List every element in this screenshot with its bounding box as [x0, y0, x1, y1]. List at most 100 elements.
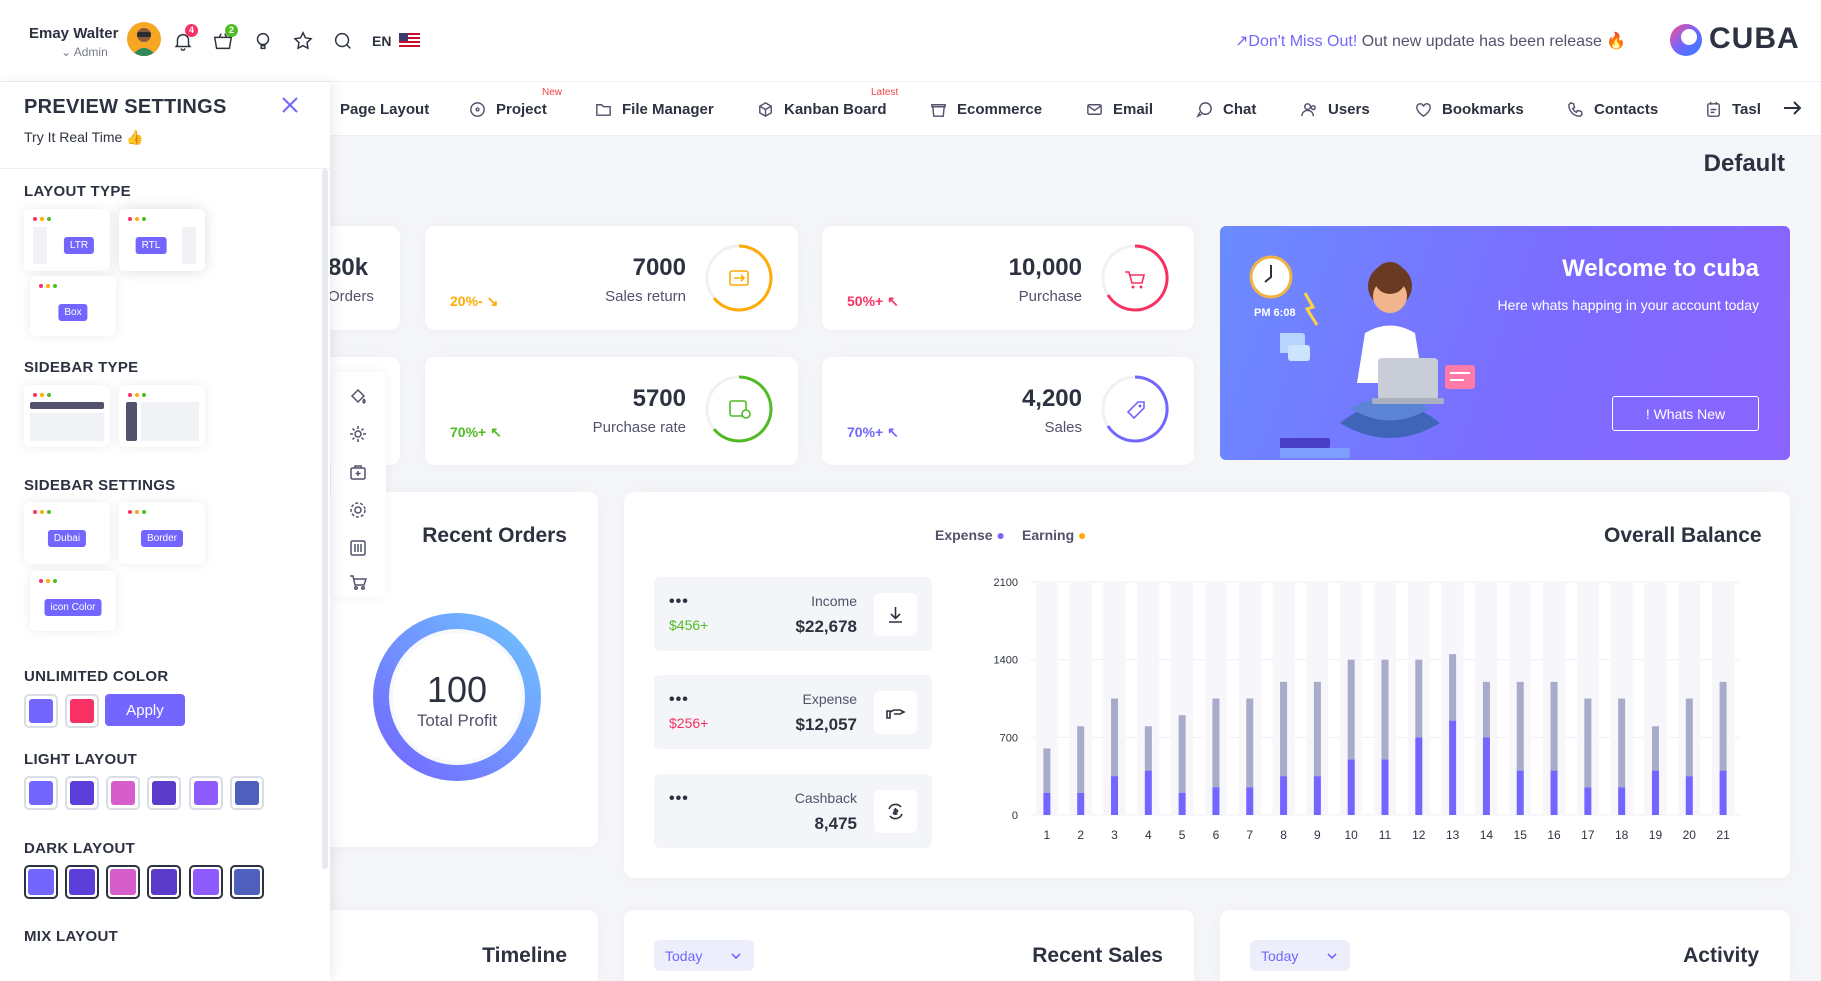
layout-chip-rtl: RTL — [135, 237, 167, 254]
dark-color-6[interactable] — [230, 865, 264, 899]
light-color-2[interactable] — [65, 776, 99, 810]
x-tick-label: 20 — [1683, 828, 1697, 842]
phone-icon — [1568, 101, 1583, 117]
light-color-1[interactable] — [24, 776, 58, 810]
x-tick-label: 15 — [1514, 828, 1528, 842]
nav-item-page-layout[interactable]: Page Layout — [340, 82, 429, 136]
timeline-card: Timeline — [305, 910, 598, 981]
layout-option-rtl[interactable]: RTL — [119, 209, 205, 271]
layout-type-heading: LAYOUT TYPE — [24, 183, 131, 200]
light-color-3[interactable] — [106, 776, 140, 810]
sidebar-setting-icon-color[interactable]: icon Color — [30, 571, 116, 631]
more-icon[interactable]: ••• — [669, 593, 689, 611]
cart-icon[interactable]: 2 — [212, 24, 238, 52]
bulb-icon[interactable] — [252, 30, 274, 52]
x-tick-label: 13 — [1446, 828, 1460, 842]
welcome-title: Welcome to cuba — [1562, 255, 1759, 282]
gear-icon[interactable] — [348, 424, 368, 444]
apply-button[interactable]: Apply — [105, 694, 185, 726]
stat-label: Purchase rate — [592, 419, 686, 436]
more-icon[interactable]: ••• — [669, 790, 689, 808]
avatar[interactable] — [127, 22, 161, 56]
close-icon[interactable] — [279, 94, 301, 116]
language-selector[interactable]: EN — [372, 33, 391, 49]
dark-color-4[interactable] — [147, 865, 181, 899]
cube-icon — [759, 101, 772, 117]
nav-item-task[interactable]: Task — [1704, 82, 1765, 136]
settings-icon[interactable] — [348, 500, 368, 520]
bar-expense — [1482, 737, 1490, 815]
light-color-4[interactable] — [147, 776, 181, 810]
nav-item-bookmarks[interactable]: Bookmarks — [1414, 82, 1524, 136]
cart-icon[interactable] — [348, 572, 368, 592]
bar-earning — [1043, 748, 1051, 793]
bar-earning — [1280, 681, 1288, 777]
dark-color-5[interactable] — [189, 865, 223, 899]
hand-icon[interactable] — [874, 691, 917, 734]
stat-card-sales: 70%+ ↖ 4,200 Sales — [822, 357, 1194, 465]
paint-bucket-icon[interactable] — [348, 387, 368, 407]
tile-value: $12,057 — [795, 715, 857, 734]
nav-item-project[interactable]: Project New — [468, 82, 562, 136]
nav-label: Bookmarks — [1442, 100, 1524, 118]
heart-icon — [1416, 102, 1431, 117]
layout-chip-ltr: LTR — [63, 237, 95, 254]
legend-expense[interactable]: Expense ● — [935, 527, 1005, 543]
more-icon[interactable]: ••• — [669, 691, 689, 709]
activity-dropdown[interactable]: Today — [1250, 940, 1350, 971]
y-tick-label: 1400 — [994, 655, 1018, 667]
nav-item-email[interactable]: Email — [1085, 82, 1153, 136]
bar-expense — [1415, 737, 1423, 815]
nav-item-contacts[interactable]: Contacts — [1566, 82, 1658, 136]
whats-new-button[interactable]: ! Whats New — [1612, 396, 1759, 431]
settings-title: PREVIEW SETTINGS — [24, 96, 227, 118]
sliders-icon[interactable] — [348, 538, 368, 558]
dark-color-2[interactable] — [65, 865, 99, 899]
sidebar-type-vertical[interactable] — [119, 385, 205, 447]
search-icon[interactable] — [332, 30, 354, 52]
nav-item-chat[interactable]: Chat — [1195, 82, 1256, 136]
tag-icon — [1101, 375, 1169, 443]
recent-orders-title: Recent Orders — [422, 524, 567, 547]
nav-item-file-manager[interactable]: File Manager — [594, 82, 714, 136]
light-color-5[interactable] — [189, 776, 223, 810]
nav-label: File Manager — [622, 100, 714, 118]
nav-item-kanban-board[interactable]: Kanban Board Latest — [756, 82, 898, 136]
bar-expense — [1516, 770, 1524, 815]
dark-color-3[interactable] — [106, 865, 140, 899]
refresh-dollar-icon[interactable] — [874, 790, 917, 833]
medical-kit-icon[interactable] — [348, 462, 368, 482]
secondary-color-picker[interactable] — [65, 694, 99, 728]
dark-color-1[interactable] — [24, 865, 58, 899]
user-name: Emay Walter — [29, 25, 119, 42]
update-notice[interactable]: ↗Don't Miss Out! Out new update has been… — [1235, 31, 1626, 51]
user-role[interactable]: ⌄ Admin — [61, 45, 108, 59]
arrow-right-icon[interactable] — [1781, 97, 1803, 119]
nav-item-ecommerce[interactable]: Ecommerce — [929, 82, 1042, 136]
sidebar-settings-heading: SIDEBAR SETTINGS — [24, 477, 176, 494]
download-icon[interactable] — [874, 593, 917, 636]
stat-change: 20%- ↘ — [450, 293, 499, 309]
balance-tile-expense: ••• $256+ Expense $12,057 — [654, 675, 932, 749]
bell-icon[interactable]: 4 — [172, 24, 198, 52]
layout-option-box[interactable]: Box — [30, 276, 116, 336]
sidebar-setting-border[interactable]: Border — [119, 502, 205, 564]
sidebar-type-horizontal[interactable] — [24, 385, 110, 447]
star-icon[interactable] — [292, 30, 314, 52]
primary-color-picker[interactable] — [24, 694, 58, 728]
bar-expense — [1618, 787, 1626, 815]
sidebar-setting-dubai[interactable]: Dubai — [24, 502, 110, 564]
bar-expense — [1685, 776, 1693, 815]
bar-earning — [1381, 659, 1389, 760]
light-color-6[interactable] — [230, 776, 264, 810]
chevron-down-icon — [1327, 953, 1337, 960]
layout-option-ltr[interactable]: LTR — [24, 209, 110, 271]
nav-item-users[interactable]: Users — [1300, 82, 1370, 136]
thumbs-up-icon: 👍 — [126, 129, 144, 145]
legend-earning[interactable]: Earning ● — [1022, 527, 1086, 543]
us-flag-icon[interactable] — [399, 33, 420, 47]
scrollbar[interactable] — [322, 169, 328, 869]
cuba-logo-icon[interactable] — [1668, 22, 1704, 58]
recent-sales-dropdown[interactable]: Today — [654, 940, 754, 971]
brand-name[interactable]: CUBA — [1709, 22, 1800, 56]
